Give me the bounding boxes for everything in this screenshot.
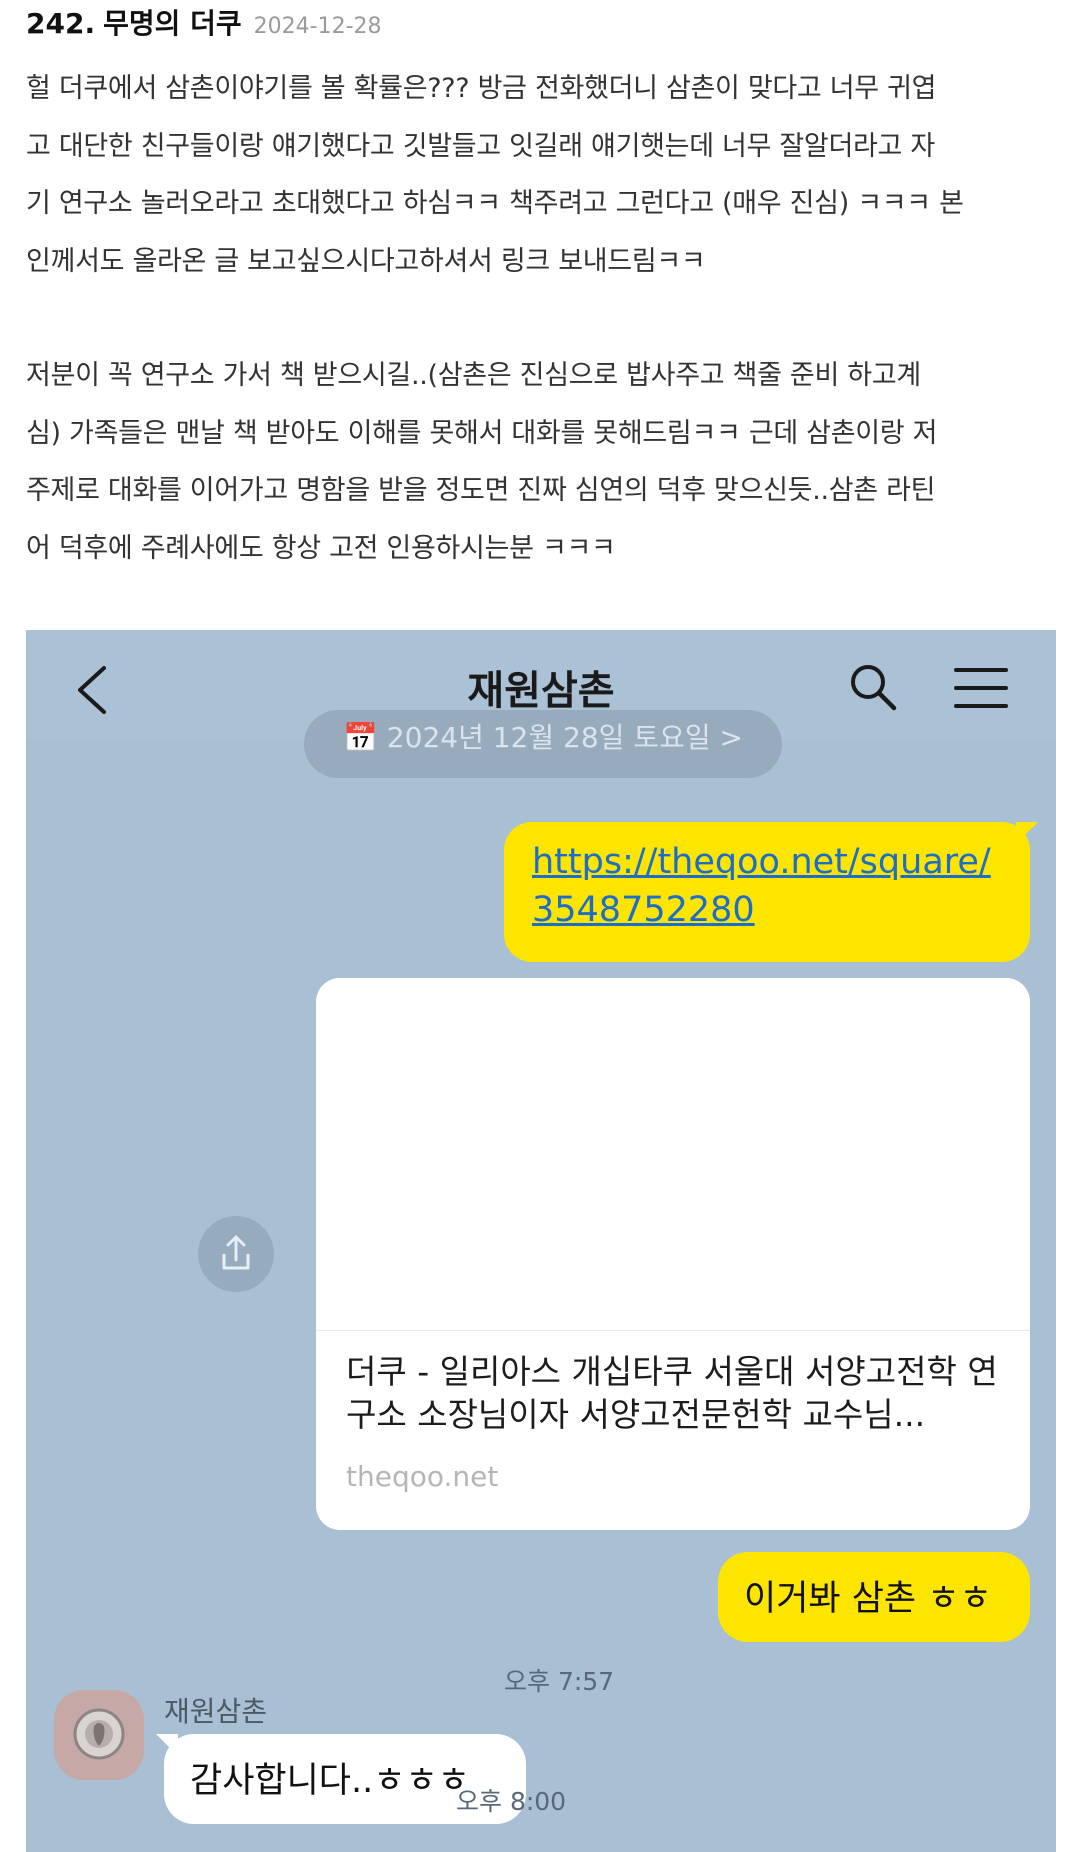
post-header: 242. 무명의 더쿠 2024-12-28 (26, 2, 382, 42)
post-paragraph: 헐 더쿠에서 삼촌이야기를 볼 확률은??? 방금 전화했더니 삼촌이 맞다고 … (26, 73, 964, 277)
link-message-bubble: https://theqoo.net/square/3548752280 (504, 822, 1038, 962)
sent-message-text: 이거봐 삼촌 ㅎㅎ (744, 1579, 992, 1619)
post-author[interactable]: 무명의 더쿠 (103, 2, 242, 42)
link-preview-title: 더쿠 - 일리아스 개십타쿠 서울대 서양고전학 연구소 소장님이자 서양고전문… (346, 1352, 998, 1434)
avatar[interactable] (54, 1690, 144, 1780)
message-time: 오후 7:57 (504, 1667, 615, 1696)
post-paragraph: 저분이 꼭 연구소 가서 책 받으시길..(삼촌은 진심으로 밥사주고 책줄 준… (26, 360, 938, 564)
post-number: 242. (26, 7, 96, 40)
post-date: 2024-12-28 (253, 14, 382, 39)
link-preview-image (316, 978, 1030, 1331)
chat-screenshot: 📅 2024년 12월 28일 토요일 > 재원삼촌 https://theqo… (26, 630, 1056, 1852)
date-divider: 📅 2024년 12월 28일 토요일 > (304, 710, 782, 778)
date-divider-text: 📅 2024년 12월 28일 토요일 > (343, 721, 743, 754)
link-preview-card[interactable]: 더쿠 - 일리아스 개십타쿠 서울대 서양고전학 연구소 소장님이자 서양고전문… (316, 978, 1030, 1530)
sent-message-bubble: 이거봐 삼촌 ㅎㅎ (718, 1552, 1030, 1642)
post-body: 헐 더쿠에서 삼촌이야기를 볼 확률은??? 방금 전화했더니 삼촌이 맞다고 … (26, 60, 1066, 577)
received-message-text: 감사합니다..ㅎㅎㅎ (190, 1761, 470, 1801)
sender-name: 재원삼촌 (164, 1695, 268, 1728)
link-preview-domain: theqoo.net (346, 1460, 499, 1493)
bubble-tail (1016, 822, 1038, 844)
share-icon[interactable] (198, 1216, 274, 1292)
reply-time: 오후 8:00 (456, 1787, 567, 1816)
hamburger-menu-icon[interactable] (952, 660, 1010, 716)
bubble-tail (156, 1734, 178, 1756)
search-icon[interactable] (846, 660, 902, 716)
link-message[interactable]: https://theqoo.net/square/3548752280 (532, 838, 1012, 934)
